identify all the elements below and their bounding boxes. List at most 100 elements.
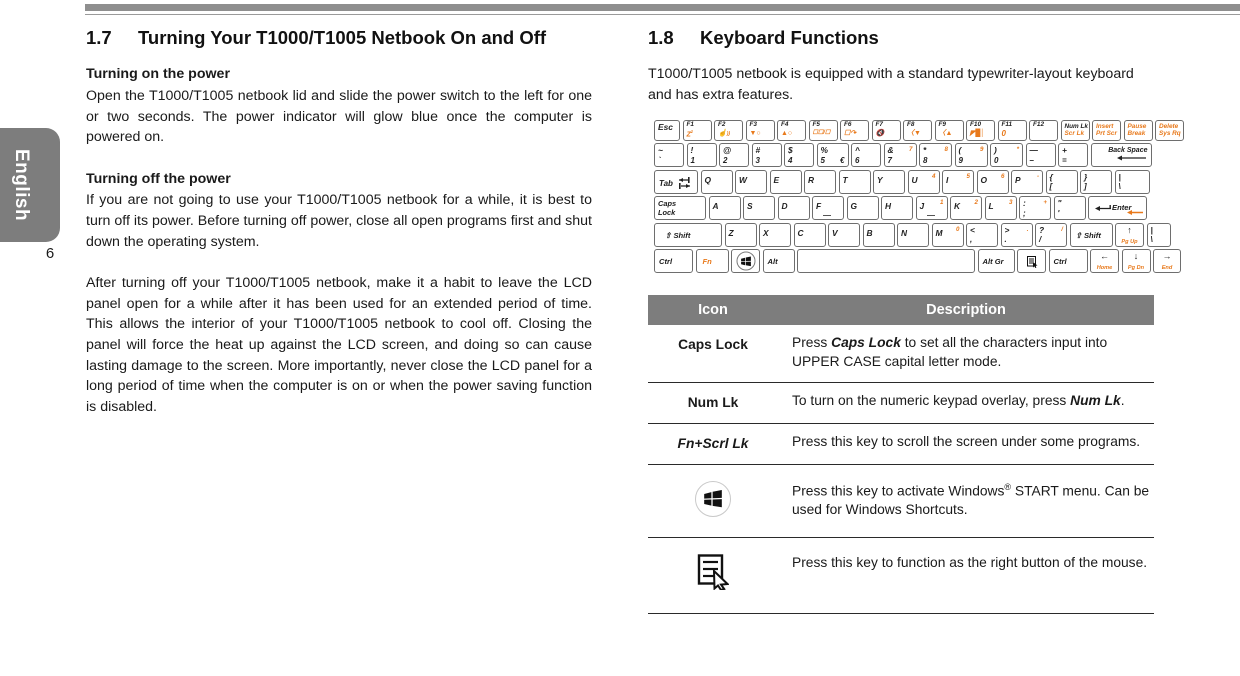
key-i: I5 (942, 169, 974, 194)
key-n: N (897, 222, 929, 247)
key-fn: Fn (695, 249, 729, 274)
row-desc-windows-key: Press this key to activate Windows® STAR… (778, 464, 1154, 539)
key-p: P- (1011, 169, 1043, 194)
key-v: V (828, 222, 860, 247)
key-enter: Enter (1088, 196, 1147, 221)
key-y: Y (873, 169, 905, 194)
key-c: C (793, 222, 826, 247)
key-f8: F8 〈▼ (903, 119, 932, 141)
key-windows (731, 249, 760, 274)
key-f6: F6 ☐↷ (840, 119, 869, 141)
page-number: 6 (45, 245, 55, 262)
enter-arrow-icon (1095, 205, 1111, 212)
key-f7: F7 🔇 (871, 119, 901, 141)
key-f4: F4 ▲○ (777, 119, 806, 141)
key-tilde-grave: ~ ` (654, 143, 684, 168)
tab-arrows-icon (679, 176, 690, 189)
key-pipe-backslash-2: | \ (1146, 222, 1171, 247)
key-delete-sysrq: Delete Sys Rq (1155, 119, 1184, 141)
key-arrow-left: ← Home (1090, 249, 1119, 274)
key-ctrl-right: Ctrl (1048, 249, 1088, 274)
key-minus: — – (1025, 143, 1056, 168)
key-f2: F2 ☝)) (714, 119, 743, 141)
table-row: Press this key to function as the right … (648, 537, 1154, 614)
key-shift-left: ⇧ Shift (654, 222, 722, 247)
key-f3: F3 ▼○ (745, 119, 775, 141)
key-t: T (838, 169, 871, 194)
key-b: B (862, 222, 895, 247)
table-row: Caps Lock Press Caps Lock to set all the… (648, 325, 1154, 383)
paragraph-keyboard-intro: T1000/T1005 netbook is equipped with a s… (648, 66, 1134, 103)
section-title: Turning Your T1000/T1005 Netbook On and … (138, 27, 547, 48)
key-e: E (769, 169, 802, 194)
key-slash: ? / / (1035, 222, 1067, 247)
subheading-turning-off: Turning off the power (86, 170, 231, 187)
key-caps-lock: Caps Lock (654, 196, 706, 221)
keyboard-function-table: Icon Description Caps Lock Press Caps Lo… (648, 295, 1154, 614)
table-row: Press this key to activate Windows® STAR… (648, 464, 1154, 539)
key-3: #3 (751, 143, 782, 168)
column-header-description: Description (778, 295, 1154, 326)
row-icon-num-lk: Num Lk (648, 382, 778, 424)
key-arrow-up: ↑ Pg Up (1115, 222, 1144, 247)
keyboard-row-q: Tab Q W E R T Y U4 I5 O6 P- {[ }] | \ (654, 169, 1150, 194)
keyboard-diagram: Esc F1 Zz F2 ☝)) F3 ▼○ F4 ▲○ F5 ☐☐/☐ F6 ☐↷ F7 🔇… (654, 119, 1184, 274)
table-row: Fn+Scrl Lk Press this key to scroll the … (648, 423, 1154, 465)
key-z: Z (724, 222, 757, 247)
row-icon-menu-key (648, 537, 778, 614)
key-k: K2 (950, 196, 982, 221)
key-u: U4 (907, 169, 940, 194)
key-comma: <, (966, 222, 998, 247)
key-s: S (743, 196, 775, 221)
key-f10: F10 ◤█│ (966, 119, 995, 141)
backspace-arrow-icon (1116, 155, 1146, 161)
key-pause-break: Pause Break (1123, 119, 1153, 141)
key-numlk-scrlk: Num Lk Scr Lk (1060, 119, 1090, 141)
key-l: L3 (984, 196, 1017, 221)
table-row: Num Lk To turn on the numeric keypad ove… (648, 382, 1154, 424)
keyboard-row-function: Esc F1 Zz F2 ☝)) F3 ▼○ F4 ▲○ F5 ☐☐/☐ F6 ☐↷ F7 🔇… (654, 119, 1184, 141)
enter-arrow-orange-icon (1127, 210, 1143, 216)
keyboard-row-a: Caps Lock A S D F G H J1 K2 L3 :; + " ' Ent… (654, 196, 1150, 221)
key-a: A (708, 196, 741, 221)
key-o: O6 (976, 169, 1009, 194)
section-number: 1.8 (648, 27, 674, 48)
key-insert-prtscr: Insert Prt Scr (1092, 119, 1121, 141)
key-alt-left: Alt (762, 249, 795, 274)
key-5-euro: % 5 € (816, 143, 849, 168)
row-desc-fn-scrl-lk: Press this key to scroll the screen unde… (778, 423, 1154, 465)
key-f5: F5 ☐☐/☐ (808, 119, 838, 141)
section-heading-1-8: 1.8 Keyboard Functions (648, 26, 1154, 50)
key-f9: F9 〈▲ (934, 119, 964, 141)
key-0: ) 0 * (990, 143, 1023, 168)
menu-key-icon (697, 554, 730, 596)
key-x: X (759, 222, 791, 247)
key-6: ^ 6 (851, 143, 881, 168)
key-h: H (881, 196, 913, 221)
row-desc-menu-key: Press this key to function as the right … (778, 537, 1154, 614)
language-tab-label: English (11, 148, 32, 222)
row-desc-caps-lock: Press Caps Lock to set all the character… (778, 325, 1154, 383)
page-top-rule (85, 4, 1240, 15)
key-alt-gr: Alt Gr (977, 249, 1015, 274)
key-ctrl-left: Ctrl (654, 249, 693, 274)
key-esc: Esc (654, 119, 680, 141)
subheading-turning-on: Turning on the power (86, 66, 230, 83)
key-2: @2 (719, 143, 749, 168)
row-icon-windows-key (648, 464, 778, 539)
key-f1: F1 Zz (682, 119, 712, 141)
language-tab: English (0, 128, 60, 242)
section-heading-1-7: 1.7 Turning Your T1000/T1005 Netbook On a… (86, 26, 592, 50)
key-r: R (804, 169, 836, 194)
row-icon-caps-lock: Caps Lock (648, 325, 778, 383)
key-f12: F12 (1029, 119, 1058, 141)
key-pipe-backslash: | \ (1114, 169, 1150, 194)
key-shift-right: ⇧ Shift (1069, 222, 1113, 247)
key-equal: + = (1058, 143, 1088, 168)
keyboard-row-number: ~ ` ! 1 @2 #3 $4 % 5 € ^ 6 & 7 7 * 8 8 (9 9 ) 0 * — –… (654, 143, 1152, 168)
key-f11: F11 0 (997, 119, 1027, 141)
row-desc-num-lk: To turn on the numeric keypad overlay, p… (778, 382, 1154, 424)
key-bracket-left: {[ (1045, 169, 1078, 194)
key-7: & 7 7 (883, 143, 917, 168)
key-space (797, 249, 975, 274)
